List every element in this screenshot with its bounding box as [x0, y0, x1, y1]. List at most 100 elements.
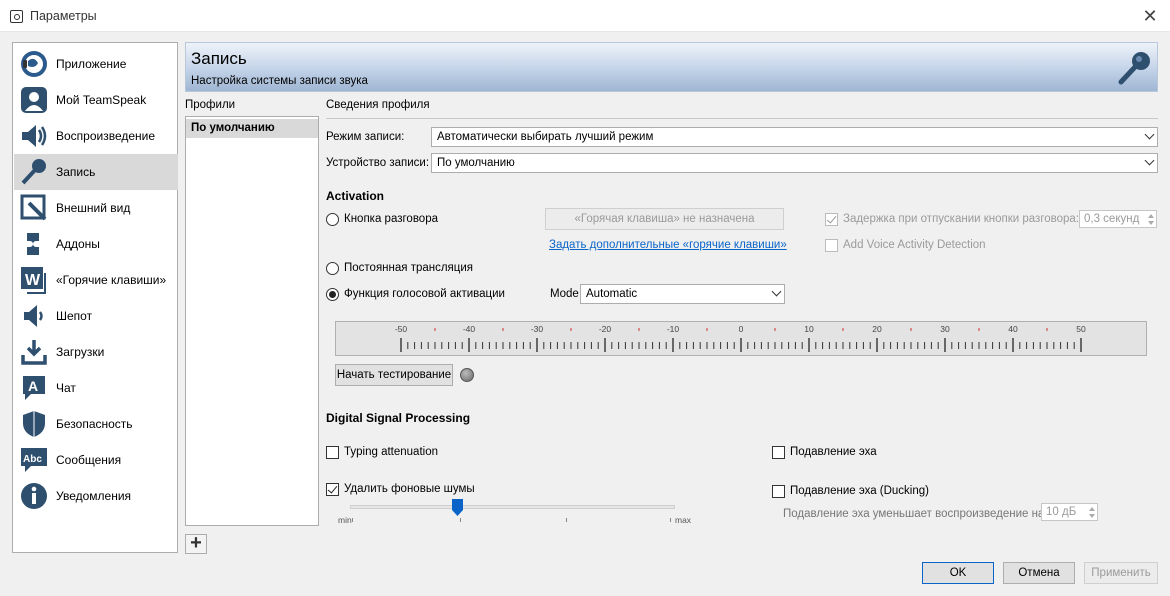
svg-text:W: W	[25, 272, 41, 289]
sidebar-item-my-teamspeak[interactable]: Мой TeamSpeak	[14, 82, 178, 118]
sidebar-item-label: Безопасность	[56, 417, 133, 431]
profiles-list: По умолчанию	[185, 116, 319, 526]
noise-removal-label: Удалить фоновые шумы	[344, 483, 475, 495]
speaker-icon	[22, 125, 47, 147]
sidebar-item-addons[interactable]: Аддоны	[14, 226, 178, 262]
svg-text:A: A	[28, 378, 38, 394]
delay-value: 0,3 секунд	[1084, 213, 1140, 225]
user-avatar-icon	[21, 87, 47, 113]
ducking-value: 10 дБ	[1046, 506, 1077, 518]
slider-max-label: max	[675, 515, 692, 525]
vad-checkbox[interactable]	[825, 239, 838, 252]
echo-cancel-checkbox[interactable]	[772, 446, 785, 459]
meter-tick-label: 40	[1008, 324, 1018, 334]
capture-device-label: Устройство записи:	[326, 157, 430, 169]
microphone-icon	[1118, 52, 1150, 85]
hotkey-w-icon: W	[21, 267, 46, 294]
sidebar-item-label: Чат	[56, 381, 76, 395]
sidebar-item-messages[interactable]: Abc Сообщения	[14, 442, 178, 478]
sidebar-item-label: Шепот	[56, 309, 93, 323]
slider-tick	[566, 518, 567, 522]
profile-item-default[interactable]: По умолчанию	[186, 119, 318, 138]
sidebar-item-label: Уведомления	[56, 489, 132, 503]
start-test-button[interactable]: Начать тестирование	[335, 364, 453, 386]
sidebar-item-label: Загрузки	[56, 345, 105, 359]
delay-spinbox[interactable]: 0,3 секунд	[1079, 210, 1157, 228]
voice-activation-radio[interactable]	[326, 288, 339, 301]
spin-up-icon[interactable]	[1089, 507, 1095, 511]
spin-up-icon[interactable]	[1148, 214, 1154, 218]
mode-label: Mode	[550, 288, 579, 300]
meter-tick-label: -10	[667, 324, 680, 334]
sidebar-item-application[interactable]: Приложение	[14, 46, 178, 82]
level-meter[interactable]: -50 -40 -30 -20 -10 0 10 20 30 40 50	[335, 321, 1147, 356]
noise-removal-checkbox[interactable]	[326, 483, 339, 496]
meter-tick-label: 50	[1076, 324, 1086, 334]
meter-tick-label: -20	[599, 324, 612, 334]
meter-tick-label: 10	[804, 324, 814, 334]
page-subtitle: Настройка системы записи звука	[191, 75, 368, 87]
abc-message-icon: Abc	[21, 448, 47, 472]
ptt-radio[interactable]	[326, 213, 339, 226]
noise-slider-thumb[interactable]	[451, 499, 463, 516]
apply-button[interactable]: Применить	[1084, 562, 1158, 584]
sidebar-item-label: Аддоны	[56, 237, 100, 251]
add-profile-button[interactable]: +	[185, 533, 207, 554]
sidebar-item-hotkeys[interactable]: W «Горячие клавиши»	[14, 262, 178, 298]
ducking-checkbox[interactable]	[772, 485, 785, 498]
sidebar-item-whisper[interactable]: Шепот	[14, 298, 178, 334]
shield-icon	[23, 411, 45, 437]
delay-checkbox[interactable]	[825, 213, 838, 226]
chevron-down-icon	[1144, 155, 1155, 166]
meter-tick-label: 0	[739, 324, 744, 334]
microphone-icon	[21, 159, 46, 185]
extra-hotkeys-link[interactable]: Задать дополнительные «горячие клавиши»	[549, 239, 787, 251]
slider-tick	[670, 518, 671, 522]
ducking-spinbox[interactable]: 10 дБ	[1041, 503, 1098, 521]
slider-tick	[352, 518, 353, 522]
profile-info-label: Сведения профиля	[326, 99, 430, 111]
meter-tick-label: -50	[395, 324, 408, 334]
spin-down-icon[interactable]	[1089, 514, 1095, 518]
sidebar-item-security[interactable]: Безопасность	[14, 406, 178, 442]
close-icon[interactable]: ✕	[1136, 4, 1164, 28]
record-mode-select[interactable]: Автоматически выбирать лучший режим	[431, 127, 1158, 147]
page-header: Запись Настройка системы записи звука	[185, 42, 1158, 92]
mode-value: Automatic	[586, 288, 638, 300]
hotkey-button[interactable]: «Горячая клавиша» не назначена	[545, 208, 784, 230]
mode-select[interactable]: Automatic	[580, 284, 785, 304]
sidebar-item-playback[interactable]: Воспроизведение	[14, 118, 178, 154]
sidebar-item-capture[interactable]: Запись	[14, 154, 178, 190]
slider-min-label: min	[338, 515, 352, 525]
meter-tick-label: -30	[531, 324, 544, 334]
meter-tick-label: -40	[463, 324, 476, 334]
echo-cancel-label: Подавление эха	[790, 446, 877, 458]
spin-down-icon[interactable]	[1148, 221, 1154, 225]
continuous-radio[interactable]	[326, 262, 339, 275]
puzzle-icon	[27, 233, 39, 255]
slider-thumb-icon	[451, 499, 463, 516]
divider	[326, 118, 1158, 119]
sidebar-item-label: Приложение	[56, 57, 127, 71]
meter-scale: -50 -40 -30 -20 -10 0 10 20 30 40 50	[395, 324, 1086, 352]
teamspeak-logo-icon	[21, 51, 47, 77]
sidebar: Приложение Мой TeamSpeak Воспроизведение…	[12, 42, 178, 553]
download-icon	[21, 340, 47, 365]
sidebar-item-downloads[interactable]: Загрузки	[14, 334, 178, 370]
ducking-reduce-label: Подавление эха уменьшает воспроизведение…	[783, 508, 1048, 520]
chat-a-icon: A	[23, 376, 45, 400]
ok-button[interactable]: OK	[922, 562, 994, 584]
typing-attenuation-checkbox[interactable]	[326, 446, 339, 459]
ducking-label: Подавление эха (Ducking)	[790, 485, 929, 497]
sidebar-item-design[interactable]: Внешний вид	[14, 190, 178, 226]
slider-tick	[460, 518, 461, 522]
vad-label: Add Voice Activity Detection	[843, 239, 986, 251]
sidebar-item-notifications[interactable]: Уведомления	[14, 478, 178, 514]
cancel-button[interactable]: Отмена	[1003, 562, 1075, 584]
chevron-down-icon	[771, 286, 782, 297]
noise-slider-track[interactable]	[350, 505, 675, 509]
capture-device-select[interactable]: По умолчанию	[431, 153, 1158, 173]
pen-icon	[20, 194, 47, 221]
sidebar-item-chat[interactable]: A Чат	[14, 370, 178, 406]
capture-device-value: По умолчанию	[437, 157, 515, 169]
